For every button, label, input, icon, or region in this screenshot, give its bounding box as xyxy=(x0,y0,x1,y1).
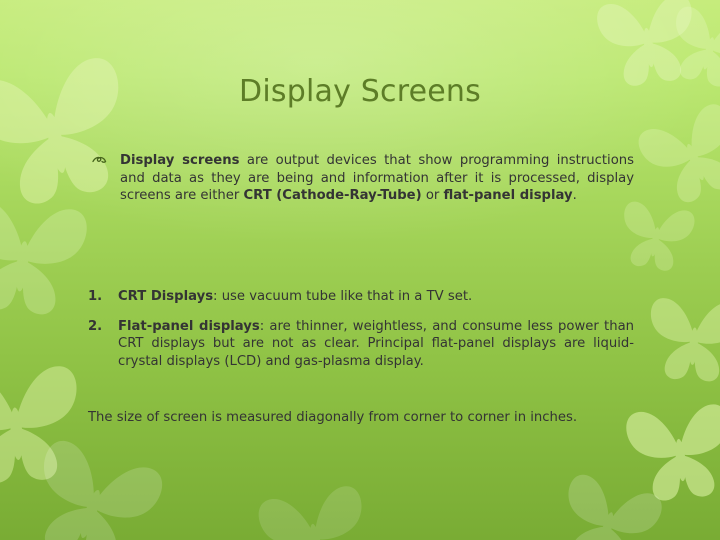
list-item-text-2: Flat-panel displays: are thinner, weight… xyxy=(118,318,634,371)
closing-paragraph-text: The size of screen is measured diagonall… xyxy=(88,410,578,425)
list-item: 1. CRT Displays: use vacuum tube like th… xyxy=(88,288,634,306)
intro-text-mid-2: or xyxy=(421,188,444,204)
list-item-description-1: use vacuum tube like that in a TV set. xyxy=(217,289,473,304)
bullet-marker-icon xyxy=(92,153,114,171)
list-item-number-1: 1. xyxy=(88,289,103,304)
intro-text-period: . xyxy=(572,188,577,204)
numbered-list: 1. CRT Displays: use vacuum tube like th… xyxy=(88,288,634,382)
page-title: Display Screens xyxy=(239,74,481,109)
intro-bullet: Display screens are output devices that … xyxy=(88,152,634,205)
slide-canvas: Display Screens Display screens are outp… xyxy=(0,0,720,540)
intro-term-display-screens: Display screens xyxy=(120,153,240,168)
list-item: 2. Flat-panel displays: are thinner, wei… xyxy=(88,318,634,371)
list-item-number-2: 2. xyxy=(88,318,103,334)
list-item-text-1: CRT Displays: use vacuum tube like that … xyxy=(118,288,634,306)
closing-paragraph: The size of screen is measured diagonall… xyxy=(88,409,634,427)
list-item-term-2: Flat-panel displays xyxy=(118,318,260,334)
list-item-term-1: CRT Displays xyxy=(118,289,214,304)
slide-content: Display Screens Display screens are outp… xyxy=(0,0,720,540)
intro-bullet-text: Display screens are output devices that … xyxy=(120,152,634,205)
intro-term-flat-panel: flat-panel display xyxy=(443,188,573,204)
intro-term-crt: CRT (Cathode-Ray-Tube) xyxy=(243,188,422,204)
